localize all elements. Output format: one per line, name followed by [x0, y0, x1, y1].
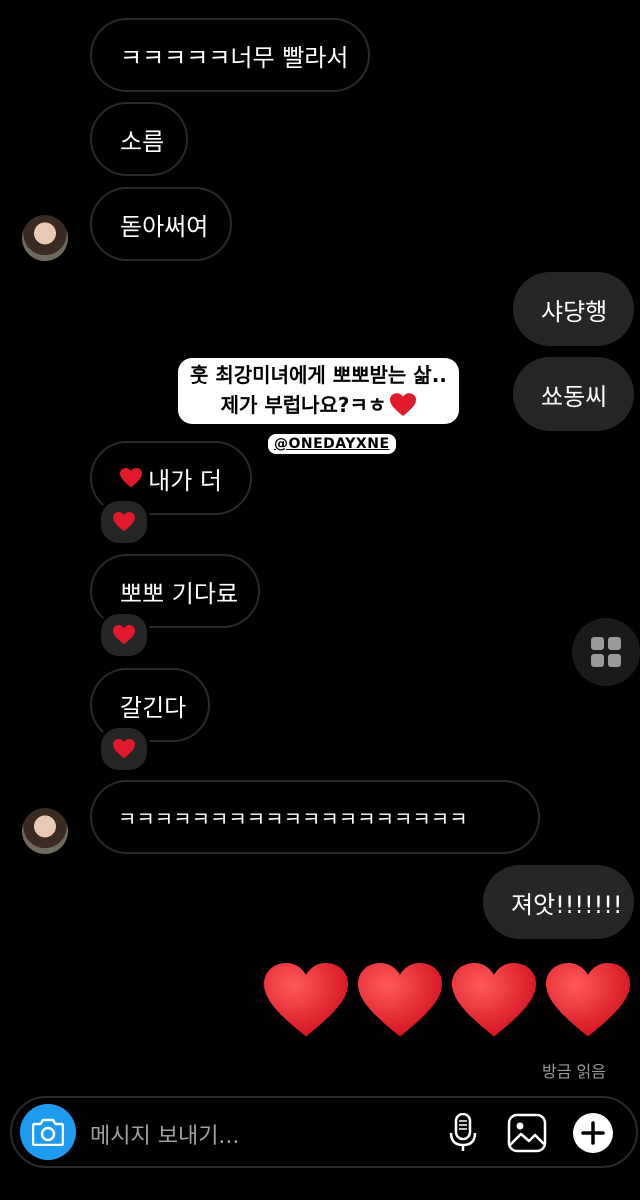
image-icon — [507, 1113, 547, 1153]
message-bubble-outgoing[interactable]: 쑈동씨 — [513, 357, 634, 431]
heart-icon — [113, 739, 135, 759]
story-caption[interactable]: 훗 최강미녀에게 뽀뽀받는 삶.. 제가 부럽나요?ㅋㅎ — [178, 358, 459, 424]
camera-icon — [32, 1118, 64, 1146]
heart-icon — [113, 512, 135, 532]
grid-icon — [591, 637, 621, 667]
more-options-button[interactable] — [570, 1110, 616, 1156]
heart-icon — [113, 625, 135, 645]
microphone-icon — [449, 1113, 477, 1151]
message-bubble-outgoing[interactable]: 져앗!!!!!!! — [483, 865, 634, 939]
gallery-button[interactable] — [504, 1110, 550, 1156]
seen-status: 방금 읽음 — [542, 1062, 606, 1081]
heart-icon — [452, 962, 536, 1037]
message-bubble-incoming[interactable]: 돋아써여 — [90, 187, 232, 261]
message-bubble-incoming[interactable]: ㅋㅋㅋㅋㅋ너무 빨라서 — [90, 18, 370, 92]
sender-avatar[interactable] — [22, 808, 68, 854]
heart-icon — [264, 962, 348, 1037]
story-mention-tag[interactable]: @ONEDAYXNE — [266, 432, 398, 456]
camera-button[interactable] — [20, 1104, 76, 1160]
message-text: 뽀뽀 기다료 — [120, 579, 239, 608]
reaction-heart[interactable] — [98, 498, 150, 546]
message-bubble-incoming[interactable]: 소름 — [90, 102, 188, 176]
microphone-button[interactable] — [440, 1110, 486, 1156]
message-text: 쑈동씨 — [541, 382, 608, 411]
message-text: 갈긴다 — [120, 693, 187, 722]
heart-icon — [546, 962, 630, 1037]
reaction-heart[interactable] — [98, 611, 150, 659]
story-caption-line2: 제가 부럽나요?ㅋㅎ — [220, 393, 387, 417]
message-bubble-incoming[interactable]: ㅋㅋㅋㅋㅋㅋㅋㅋㅋㅋㅋㅋㅋㅋㅋㅋㅋㅋㅋ — [90, 780, 540, 854]
message-text: ㅋㅋㅋㅋㅋㅋㅋㅋㅋㅋㅋㅋㅋㅋㅋㅋㅋㅋㅋ — [118, 806, 468, 831]
story-caption-line1: 훗 최강미녀에게 뽀뽀받는 삶.. — [190, 363, 447, 387]
message-text: 샤댱행 — [541, 297, 608, 326]
message-composer[interactable]: 메시지 보내기... — [10, 1096, 638, 1168]
message-bubble-outgoing[interactable]: 샤댱행 — [513, 272, 634, 346]
grid-menu-button[interactable] — [572, 618, 640, 686]
message-text: ㅋㅋㅋㅋㅋ너무 빨라서 — [120, 43, 349, 72]
heart-icon — [358, 962, 442, 1037]
heart-icon — [390, 393, 417, 416]
reaction-heart[interactable] — [98, 725, 150, 773]
heart-icon — [120, 467, 143, 488]
sender-avatar[interactable] — [22, 215, 68, 261]
message-text: 내가 더 — [148, 466, 222, 495]
heart-emoji-message[interactable] — [264, 962, 630, 1040]
message-text: 소름 — [120, 127, 165, 156]
message-input[interactable]: 메시지 보내기... — [90, 1118, 239, 1150]
message-text: 져앗!!!!!!! — [511, 890, 623, 919]
plus-icon — [573, 1113, 613, 1153]
message-text: 돋아써여 — [120, 212, 209, 241]
